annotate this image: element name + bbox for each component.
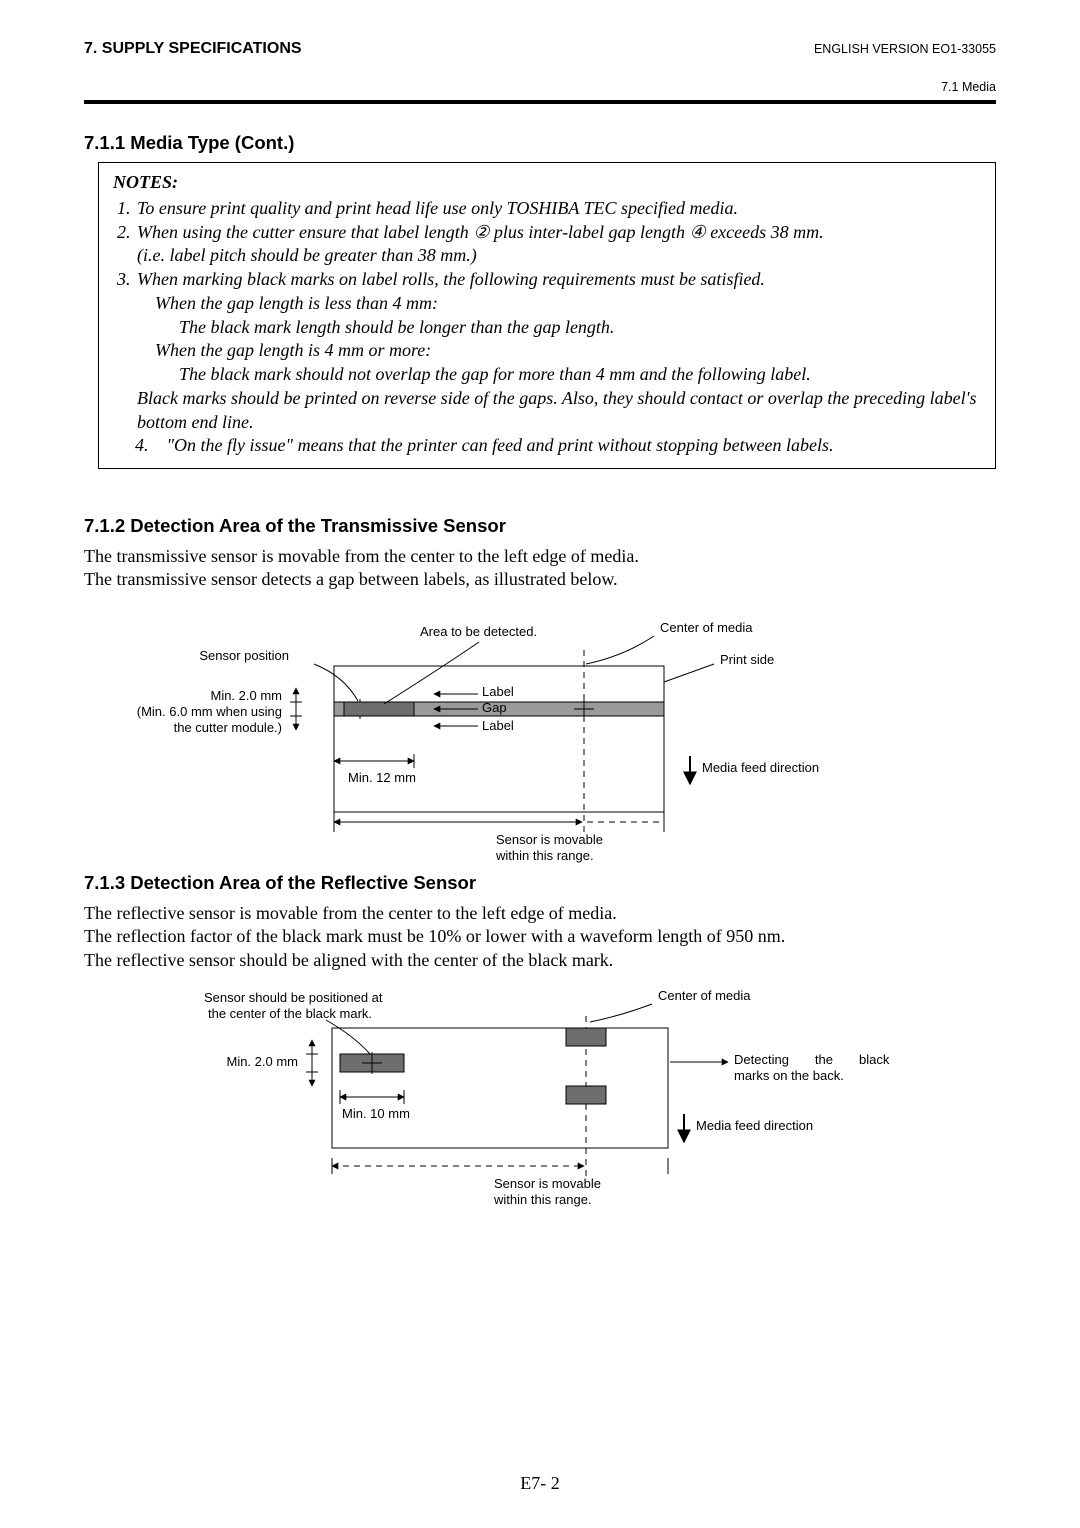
circled-2-icon: ② xyxy=(473,221,489,245)
lbl2-movable-a: Sensor is movable xyxy=(494,1176,601,1191)
note-2-a: When using the cutter ensure that label … xyxy=(137,222,473,242)
page-number: E7- 2 xyxy=(0,1473,1080,1494)
section-711-title: 7.1.1 Media Type (Cont.) xyxy=(84,132,996,154)
section-713-p3: The reflective sensor should be aligned … xyxy=(84,949,996,972)
header-rule xyxy=(84,100,996,104)
lbl-center-media: Center of media xyxy=(660,620,753,635)
lbl-min12: Min. 12 mm xyxy=(348,770,416,785)
lbl-feed: Media feed direction xyxy=(702,760,819,775)
note-2-b: plus inter-label gap length xyxy=(489,222,689,242)
lbl2-detect-c: black xyxy=(859,1052,890,1067)
note-3-f: Black marks should be printed on reverse… xyxy=(137,387,981,435)
note-3-a: When marking black marks on label rolls,… xyxy=(137,269,765,289)
note-3-b: When the gap length is less than 4 mm: xyxy=(155,292,981,316)
section-712-title: 7.1.2 Detection Area of the Transmissive… xyxy=(84,515,996,537)
section-713-p1: The reflective sensor is movable from th… xyxy=(84,902,996,925)
lbl-movable-b: within this range. xyxy=(495,848,594,863)
lbl2-min20: Min. 2.0 mm xyxy=(226,1054,298,1069)
figure-712: Sensor position Area to be detected. Cen… xyxy=(84,606,996,866)
note-1: To ensure print quality and print head l… xyxy=(135,197,981,221)
lbl2-center: Center of media xyxy=(658,988,751,1003)
note-4-text: "On the fly issue" means that the printe… xyxy=(167,435,834,455)
note-3: When marking black marks on label rolls,… xyxy=(135,268,981,434)
lbl-gap: Gap xyxy=(482,700,507,715)
lbl2-movable-b: within this range. xyxy=(493,1192,592,1207)
lbl-print-side: Print side xyxy=(720,652,774,667)
figure-713: Sensor should be positioned at the cente… xyxy=(84,986,996,1214)
section-713-title: 7.1.3 Detection Area of the Reflective S… xyxy=(84,872,996,894)
lbl2-feed: Media feed direction xyxy=(696,1118,813,1133)
header-chapter: 7. SUPPLY SPECIFICATIONS xyxy=(84,40,302,58)
lbl-area-detected: Area to be detected. xyxy=(420,624,537,639)
notes-box: NOTES: To ensure print quality and print… xyxy=(98,162,996,469)
note-3-c: The black mark length should be longer t… xyxy=(179,316,981,340)
lbl2-sensor-b: the center of the black mark. xyxy=(208,1006,372,1021)
lbl2-detect-b: the xyxy=(815,1052,833,1067)
circled-4-icon: ④ xyxy=(690,221,706,245)
section-713-p2: The reflection factor of the black mark … xyxy=(84,925,996,948)
lbl2-detect-a: Detecting xyxy=(734,1052,789,1067)
lbl2-sensor-a: Sensor should be positioned at xyxy=(204,990,383,1005)
note-4: "On the fly issue" means that the printe… xyxy=(113,434,981,458)
lbl-sensor-position: Sensor position xyxy=(199,648,289,663)
lbl-label-bot: Label xyxy=(482,718,514,733)
header-version: ENGLISH VERSION EO1-33055 xyxy=(814,42,996,56)
note-3-e: The black mark should not overlap the ga… xyxy=(179,363,981,387)
note-2: When using the cutter ensure that label … xyxy=(135,221,981,269)
section-712-p1: The transmissive sensor is movable from … xyxy=(84,545,996,568)
note-3-d: When the gap length is 4 mm or more: xyxy=(155,339,981,363)
lbl2-detect-d: marks on the back. xyxy=(734,1068,844,1083)
lbl-label-top: Label xyxy=(482,684,514,699)
lbl-min60a: (Min. 6.0 mm when using xyxy=(137,704,282,719)
note-2-c: exceeds 38 mm. xyxy=(706,222,824,242)
section-712-p2: The transmissive sensor detects a gap be… xyxy=(84,568,996,591)
lbl-min60b: the cutter module.) xyxy=(174,720,282,735)
header-subsection: 7.1 Media xyxy=(84,80,996,94)
svg-text:Detectingtheblack: Detecting the black xyxy=(734,1052,890,1067)
lbl-movable-a: Sensor is movable xyxy=(496,832,603,847)
lbl2-min10: Min. 10 mm xyxy=(342,1106,410,1121)
lbl-min20: Min. 2.0 mm xyxy=(210,688,282,703)
note-2-d: (i.e. label pitch should be greater than… xyxy=(137,244,981,268)
notes-heading: NOTES: xyxy=(113,171,981,195)
